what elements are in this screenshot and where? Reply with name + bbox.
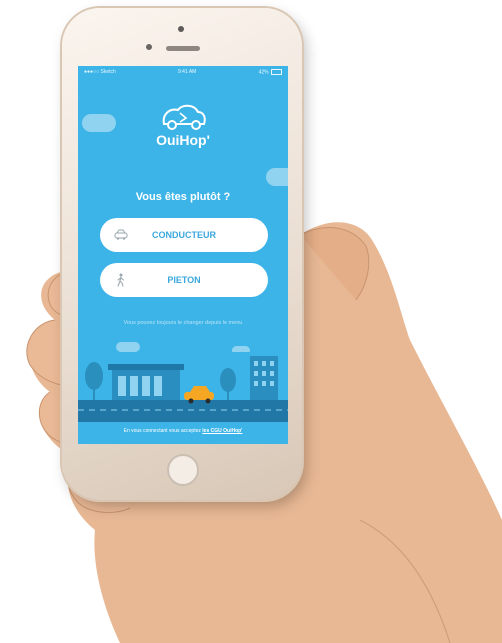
status-time: 9:41 AM [178, 69, 197, 75]
sensor-dot [146, 44, 152, 50]
terms-footer: En vous connectant vous acceptez les CGU… [78, 428, 288, 434]
pedestrian-button[interactable]: PIETON [100, 263, 268, 297]
car-logo-icon [162, 104, 206, 130]
phone-frame: ●●●○○ Sketch 9:41 AM 42% OuiHop' Vous êt… [62, 8, 302, 500]
carrier-label: ●●●○○ Sketch [84, 69, 116, 75]
pedestrian-icon [117, 273, 125, 287]
terms-prefix: En vous connectant vous acceptez [123, 428, 201, 434]
change-hint: Vous pouvez toujours le changer depuis l… [123, 320, 243, 326]
ouihop-logo: OuiHop' [150, 100, 216, 152]
home-button[interactable] [167, 454, 199, 486]
cloud-decoration [116, 342, 140, 352]
battery-label: 42% [258, 68, 282, 76]
cityscape-illustration [78, 352, 288, 422]
front-camera [178, 26, 184, 32]
car-icon [114, 229, 128, 240]
app-name: OuiHop' [156, 132, 210, 148]
battery-icon [270, 68, 282, 75]
terms-link[interactable]: les CGU OuiHop' [202, 428, 242, 434]
status-bar: ●●●○○ Sketch 9:41 AM 42% [78, 66, 288, 78]
role-question: Vous êtes plutôt ? [135, 191, 231, 203]
app-screen: ●●●○○ Sketch 9:41 AM 42% OuiHop' Vous êt… [78, 66, 288, 444]
cloud-decoration [82, 114, 116, 132]
battery-percent: 42% [258, 69, 269, 76]
driver-button[interactable]: CONDUCTEUR [100, 218, 268, 252]
earpiece-speaker [166, 46, 200, 51]
cloud-decoration [266, 168, 288, 186]
